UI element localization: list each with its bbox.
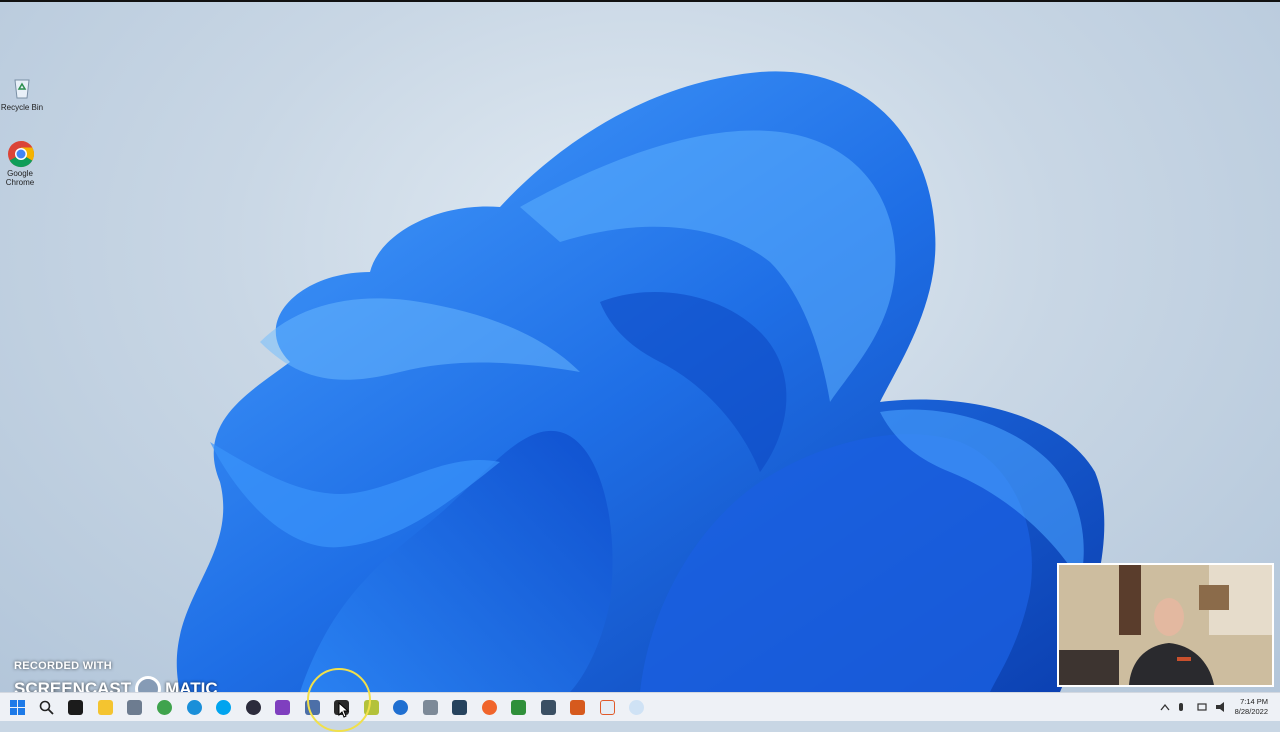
chrome-icon [7,140,35,168]
recycle-bin-label: Recycle Bin [0,103,44,112]
windows-start-icon[interactable] [10,700,25,715]
app-icon[interactable] [246,700,261,715]
google-chrome-shortcut[interactable]: Google Chrome [0,140,42,187]
recycle-bin-icon [9,74,35,100]
cursor-highlight-ring [307,668,371,732]
app-icon[interactable] [157,700,172,715]
app-icon[interactable] [570,700,585,715]
app-icon[interactable] [127,700,142,715]
google-chrome-label: Google Chrome [5,169,35,187]
webcam-overlay [1057,563,1274,687]
recycle-bin-shortcut[interactable]: Recycle Bin [0,74,44,112]
visual-studio-icon[interactable] [275,700,290,715]
terminal-icon[interactable] [68,700,83,715]
app-icon[interactable] [629,700,644,715]
app-icon[interactable] [541,700,556,715]
file-explorer-icon[interactable] [98,700,113,715]
app-icon[interactable] [423,700,438,715]
app-icon[interactable] [600,700,615,715]
mouse-cursor-icon [338,702,350,718]
skype-icon[interactable] [216,700,231,715]
watermark-recorded-with: RECORDED WITH [14,660,113,672]
tray-icons [1160,702,1224,712]
taskbar-clock[interactable]: 7:14 PM 8/28/2022 [1235,697,1268,717]
taskbar: 7:14 PM 8/28/2022 [0,692,1280,721]
app-icon[interactable] [452,700,467,715]
app-icon[interactable] [511,700,526,715]
clock-time: 7:14 PM [1240,697,1268,706]
maps-icon[interactable] [393,700,408,715]
system-tray [1158,693,1238,721]
webcam-person-image [1059,565,1272,685]
clock-date: 8/28/2022 [1234,707,1268,716]
edge-icon[interactable] [187,700,202,715]
search-icon[interactable] [39,700,54,715]
app-icon[interactable] [482,700,497,715]
